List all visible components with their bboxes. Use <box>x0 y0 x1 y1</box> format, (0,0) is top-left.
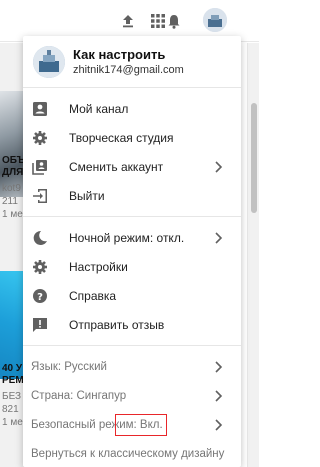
red-highlight-box <box>115 414 167 436</box>
account-email: zhitnik174@gmail.com <box>73 64 184 76</box>
menu-item-restricted-mode[interactable]: Безопасный режим: Вкл. <box>23 410 241 439</box>
upload-icon[interactable] <box>118 11 138 31</box>
chevron-right-icon <box>213 389 225 403</box>
gear-icon <box>32 259 48 275</box>
chevron-right-icon <box>213 160 225 174</box>
menu-item-label: Язык: Русский <box>31 360 107 373</box>
menu-item-creator-studio[interactable]: Творческая студия <box>23 123 241 152</box>
menu-item-label: Творческая студия <box>69 130 174 145</box>
menu-section-account: Мой канал Творческая студия Сменить акка… <box>23 88 241 217</box>
menu-item-label: Отправить отзыв <box>69 317 165 332</box>
chevron-right-icon <box>213 231 225 245</box>
menu-item-label: Справка <box>69 288 117 303</box>
menu-item-settings[interactable]: Настройки <box>23 252 241 281</box>
menu-item-label: Выйти <box>69 188 105 203</box>
menu-item-sign-out[interactable]: Выйти <box>23 181 241 210</box>
menu-section-preferences: Язык: Русский Страна: Сингапур Безопасны… <box>23 346 241 467</box>
menu-item-label: Ночной режим: откл. <box>69 230 185 245</box>
chevron-right-icon <box>213 418 225 432</box>
menu-item-language[interactable]: Язык: Русский <box>23 352 241 381</box>
sign-out-icon <box>32 188 48 204</box>
account-avatar <box>33 46 65 78</box>
feedback-icon <box>32 317 48 333</box>
menu-item-my-channel[interactable]: Мой канал <box>23 94 241 123</box>
help-icon: ? <box>32 288 48 304</box>
chevron-right-icon <box>213 360 225 374</box>
menu-item-label: Вернуться к классическому дизайну <box>31 447 225 460</box>
menu-item-switch-account[interactable]: Сменить аккаунт <box>23 152 241 181</box>
page-scrollbar[interactable] <box>247 43 259 467</box>
gear-icon <box>32 130 48 146</box>
account-avatar-button[interactable] <box>203 8 227 32</box>
menu-item-label: Сменить аккаунт <box>69 159 164 174</box>
notifications-bell-icon[interactable] <box>164 11 184 31</box>
menu-item-label: Мой канал <box>69 101 129 116</box>
menu-item-label: Настройки <box>69 259 128 274</box>
menu-item-classic-design[interactable]: Вернуться к классическому дизайну <box>23 439 241 467</box>
menu-item-send-feedback[interactable]: Отправить отзыв <box>23 310 241 339</box>
menu-item-help[interactable]: ? Справка <box>23 281 241 310</box>
svg-text:?: ? <box>37 292 43 303</box>
menu-section-settings: Ночной режим: откл. Настройки ? Справка … <box>23 217 241 346</box>
menu-item-label: Страна: Сингапур <box>31 389 127 402</box>
menu-item-location[interactable]: Страна: Сингапур <box>23 381 241 410</box>
account-name: Как настроить <box>73 47 166 62</box>
menu-item-dark-theme[interactable]: Ночной режим: откл. <box>23 223 241 252</box>
account-menu: Как настроить zhitnik174@gmail.com Мой к… <box>23 36 241 467</box>
switch-account-icon <box>32 159 48 175</box>
account-box-icon <box>32 101 48 117</box>
scrollbar-thumb[interactable] <box>251 103 257 213</box>
moon-icon <box>32 230 48 246</box>
account-header: Как настроить zhitnik174@gmail.com <box>23 36 241 88</box>
